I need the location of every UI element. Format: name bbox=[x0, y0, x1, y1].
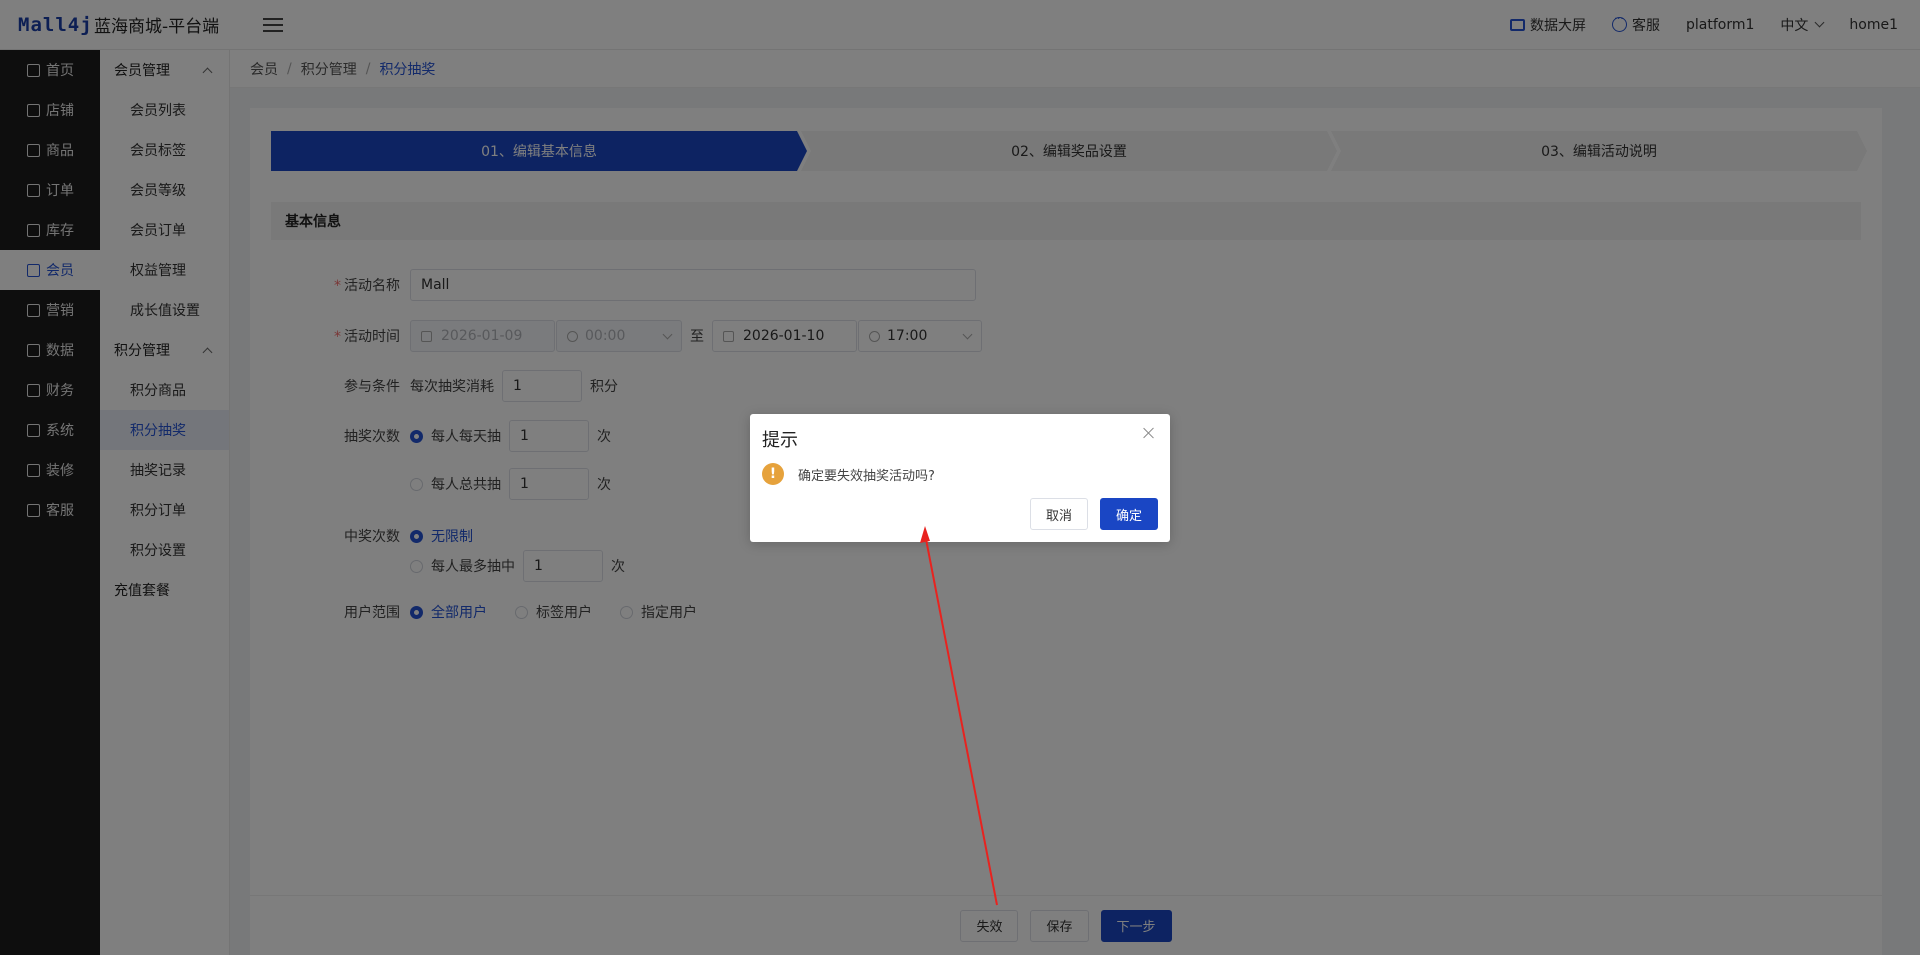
confirm-button[interactable]: 确定 bbox=[1099, 498, 1158, 530]
warning-icon: ! bbox=[762, 463, 784, 485]
dialog-title: 提示 bbox=[762, 430, 798, 451]
cancel-button[interactable]: 取消 bbox=[1029, 498, 1088, 530]
confirm-dialog: 提示 ! 确定要失效抽奖活动吗? 取消 确定 bbox=[750, 414, 1170, 542]
dialog-message: 确定要失效抽奖活动吗? bbox=[798, 469, 935, 484]
close-icon[interactable] bbox=[1142, 426, 1156, 440]
